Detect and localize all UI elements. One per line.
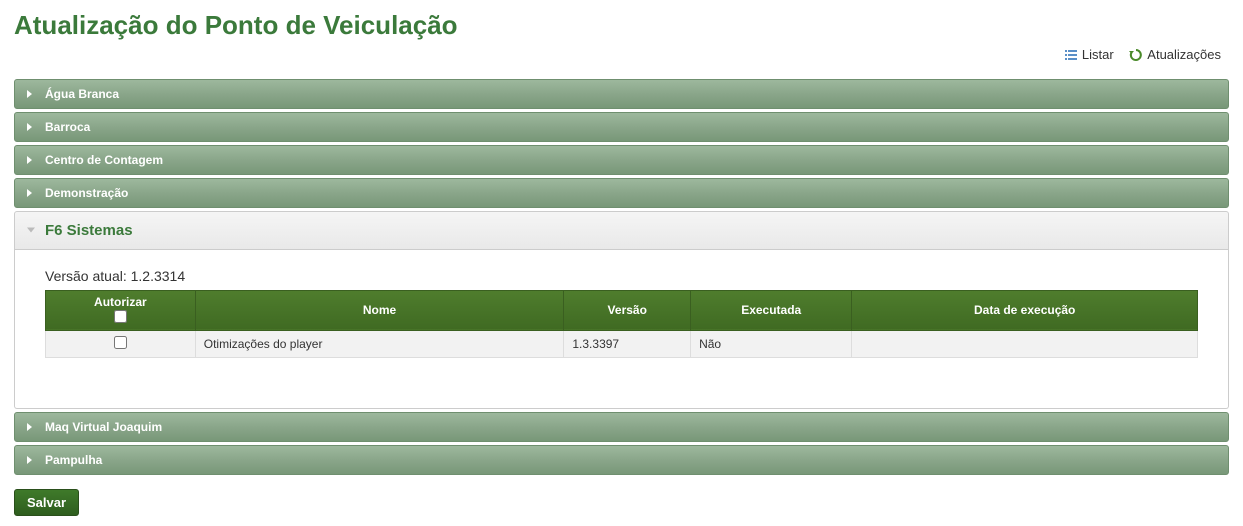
triangle-right-icon — [27, 156, 32, 164]
table-row: Otimizações do player 1.3.3397 Não — [46, 331, 1198, 358]
triangle-down-icon — [27, 228, 35, 233]
atualizacoes-link[interactable]: Atualizações — [1129, 47, 1221, 62]
listar-label: Listar — [1082, 47, 1114, 62]
list-icon — [1064, 48, 1078, 62]
updates-table: Autorizar Nome Versão Executada Data de … — [45, 290, 1198, 359]
listar-link[interactable]: Listar — [1064, 47, 1114, 62]
authorize-all-checkbox[interactable] — [114, 310, 127, 323]
col-label: Autorizar — [54, 295, 187, 311]
col-label: Executada — [699, 303, 843, 319]
atualizacoes-label: Atualizações — [1147, 47, 1221, 62]
panel-label: Centro de Contagem — [45, 153, 163, 167]
col-nome: Nome — [195, 290, 564, 331]
col-versao: Versão — [564, 290, 691, 331]
panel-agua-branca[interactable]: Água Branca — [14, 79, 1229, 109]
col-label: Data de execução — [860, 303, 1189, 319]
panel-label: Pampulha — [45, 453, 102, 467]
accordion: Água Branca Barroca Centro de Contagem D… — [14, 79, 1229, 476]
refresh-icon — [1129, 48, 1143, 62]
triangle-right-icon — [27, 423, 32, 431]
cell-nome: Otimizações do player — [195, 331, 564, 358]
authorize-row-checkbox[interactable] — [114, 336, 127, 349]
col-data-exec: Data de execução — [852, 290, 1198, 331]
triangle-right-icon — [27, 90, 32, 98]
cell-autorizar — [46, 331, 196, 358]
panel-label: F6 Sistemas — [45, 222, 133, 239]
panel-f6-body: Versão atual: 1.2.3314 Autorizar Nome Ve… — [14, 250, 1229, 410]
panel-label: Demonstração — [45, 186, 128, 200]
panel-maq-virtual[interactable]: Maq Virtual Joaquim — [14, 412, 1229, 442]
cell-executada: Não — [691, 331, 852, 358]
top-links: Listar Atualizações — [14, 47, 1229, 65]
save-button[interactable]: Salvar — [14, 489, 79, 516]
triangle-right-icon — [27, 456, 32, 464]
version-current: Versão atual: 1.2.3314 — [45, 268, 1198, 284]
panel-pampulha[interactable]: Pampulha — [14, 445, 1229, 475]
col-autorizar: Autorizar — [46, 290, 196, 331]
col-label: Versão — [572, 303, 682, 319]
triangle-right-icon — [27, 189, 32, 197]
col-label: Nome — [204, 303, 556, 319]
panel-demonstracao[interactable]: Demonstração — [14, 178, 1229, 208]
panel-label: Barroca — [45, 120, 90, 134]
panel-label: Maq Virtual Joaquim — [45, 420, 162, 434]
panel-f6-sistemas[interactable]: F6 Sistemas — [14, 211, 1229, 250]
panel-label: Água Branca — [45, 87, 119, 101]
panel-barroca[interactable]: Barroca — [14, 112, 1229, 142]
triangle-right-icon — [27, 123, 32, 131]
cell-versao: 1.3.3397 — [564, 331, 691, 358]
panel-centro-contagem[interactable]: Centro de Contagem — [14, 145, 1229, 175]
cell-data-exec — [852, 331, 1198, 358]
page-title: Atualização do Ponto de Veiculação — [14, 10, 1229, 41]
col-executada: Executada — [691, 290, 852, 331]
